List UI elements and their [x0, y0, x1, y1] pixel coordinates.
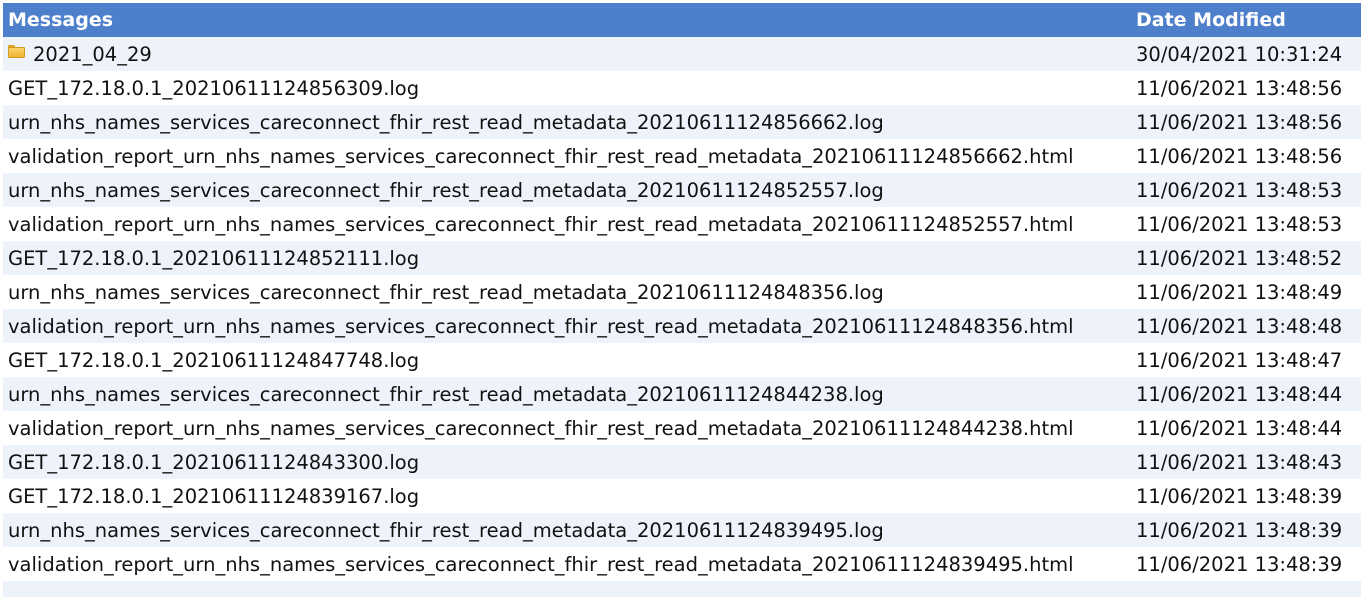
item-date: 30/04/2021 10:31:24 [1136, 42, 1343, 66]
item-date: 11/06/2021 13:48:44 [1136, 382, 1343, 406]
item-date: 11/06/2021 13:48:56 [1136, 144, 1343, 168]
column-header-messages[interactable]: Messages [3, 9, 1136, 31]
file-listing: Messages Date Modified 2021_04_29 30/04/… [3, 3, 1361, 597]
list-item[interactable]: validation_report_urn_nhs_names_services… [3, 411, 1361, 445]
list-item-folder[interactable]: 2021_04_29 30/04/2021 10:31:24 [3, 37, 1361, 71]
item-name[interactable]: urn_nhs_names_services_careconnect_fhir_… [8, 281, 884, 304]
item-name[interactable]: validation_report_urn_nhs_names_services… [8, 315, 1074, 338]
item-date: 11/06/2021 13:48:48 [1136, 314, 1343, 338]
item-name[interactable]: GET_172.18.0.1_20210611124843300.log [8, 451, 419, 474]
item-date: 11/06/2021 13:48:47 [1136, 348, 1343, 372]
column-header-date-modified[interactable]: Date Modified [1136, 9, 1361, 31]
list-item[interactable]: urn_nhs_names_services_careconnect_fhir_… [3, 377, 1361, 411]
item-name[interactable]: urn_nhs_names_services_careconnect_fhir_… [8, 383, 884, 406]
list-item[interactable]: validation_report_urn_nhs_names_services… [3, 309, 1361, 343]
list-item[interactable]: GET_172.18.0.1_20210611124839167.log 11/… [3, 479, 1361, 513]
list-item[interactable]: validation_report_urn_nhs_names_services… [3, 207, 1361, 241]
item-name[interactable]: 2021_04_29 [33, 43, 152, 66]
item-name[interactable]: GET_172.18.0.1_20210611124839167.log [8, 485, 419, 508]
list-item-partial[interactable] [3, 581, 1361, 597]
folder-icon [8, 44, 25, 58]
list-item[interactable]: GET_172.18.0.1_20210611124847748.log 11/… [3, 343, 1361, 377]
item-name[interactable]: validation_report_urn_nhs_names_services… [8, 213, 1074, 236]
list-item[interactable]: urn_nhs_names_services_careconnect_fhir_… [3, 173, 1361, 207]
item-date: 11/06/2021 13:48:39 [1136, 552, 1343, 576]
item-date: 11/06/2021 13:48:39 [1136, 518, 1343, 542]
list-item[interactable]: validation_report_urn_nhs_names_services… [3, 139, 1361, 173]
item-date: 11/06/2021 13:48:56 [1136, 110, 1343, 134]
list-item[interactable]: GET_172.18.0.1_20210611124852111.log 11/… [3, 241, 1361, 275]
item-name[interactable]: validation_report_urn_nhs_names_services… [8, 417, 1074, 440]
item-name[interactable]: GET_172.18.0.1_20210611124852111.log [8, 247, 419, 270]
item-name[interactable]: urn_nhs_names_services_careconnect_fhir_… [8, 179, 884, 202]
item-date: 11/06/2021 13:48:49 [1136, 280, 1343, 304]
item-date: 11/06/2021 13:48:52 [1136, 246, 1343, 270]
list-item[interactable]: GET_172.18.0.1_20210611124856309.log 11/… [3, 71, 1361, 105]
item-name[interactable]: GET_172.18.0.1_20210611124856309.log [8, 77, 419, 100]
item-date: 11/06/2021 13:48:43 [1136, 450, 1343, 474]
list-item[interactable]: urn_nhs_names_services_careconnect_fhir_… [3, 275, 1361, 309]
list-item[interactable]: GET_172.18.0.1_20210611124843300.log 11/… [3, 445, 1361, 479]
item-date: 11/06/2021 13:48:56 [1136, 76, 1343, 100]
item-name[interactable]: GET_172.18.0.1_20210611124847748.log [8, 349, 419, 372]
list-item[interactable]: urn_nhs_names_services_careconnect_fhir_… [3, 105, 1361, 139]
item-date: 11/06/2021 13:48:53 [1136, 178, 1343, 202]
item-date: 11/06/2021 13:48:44 [1136, 416, 1343, 440]
item-date: 11/06/2021 13:48:39 [1136, 484, 1343, 508]
item-date: 11/06/2021 13:48:53 [1136, 212, 1343, 236]
list-item[interactable]: urn_nhs_names_services_careconnect_fhir_… [3, 513, 1361, 547]
list-item[interactable]: validation_report_urn_nhs_names_services… [3, 547, 1361, 581]
item-name[interactable]: urn_nhs_names_services_careconnect_fhir_… [8, 111, 884, 134]
item-name[interactable]: validation_report_urn_nhs_names_services… [8, 145, 1074, 168]
item-name[interactable]: validation_report_urn_nhs_names_services… [8, 553, 1074, 576]
item-name[interactable]: urn_nhs_names_services_careconnect_fhir_… [8, 519, 884, 542]
listing-header: Messages Date Modified [3, 3, 1361, 37]
